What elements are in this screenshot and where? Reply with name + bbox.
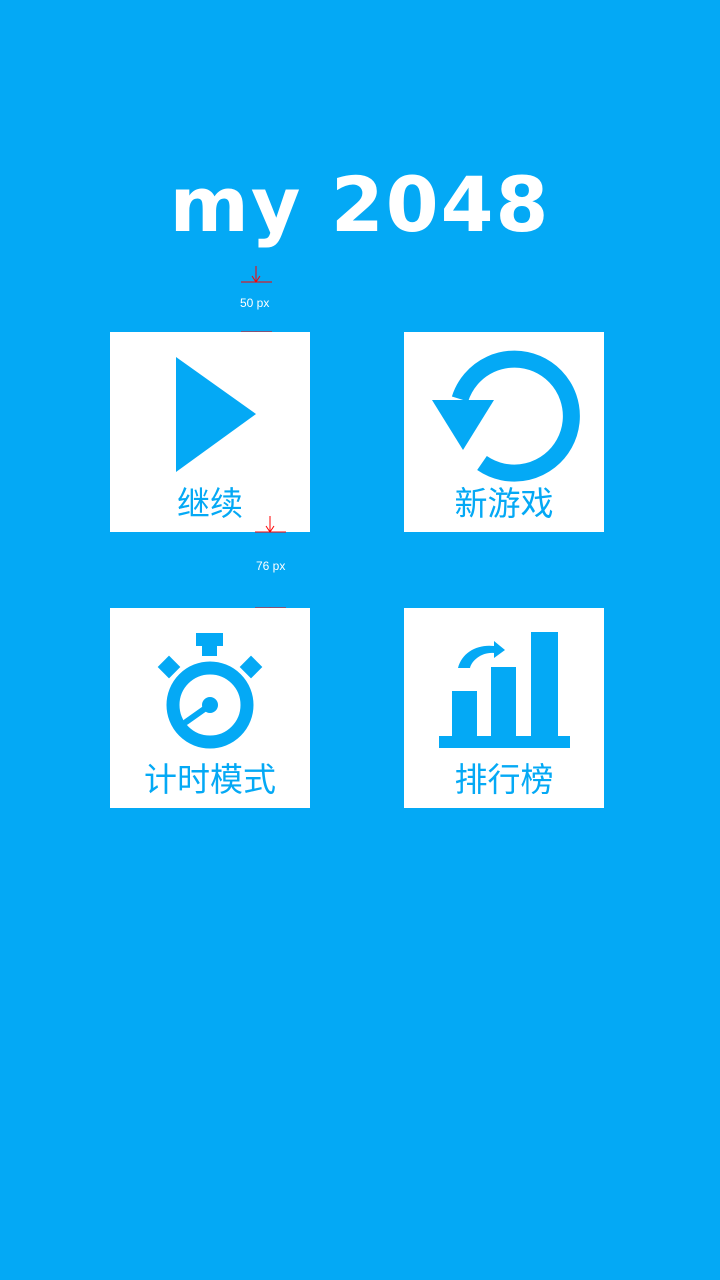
leaderboard-label: 排行榜	[454, 760, 554, 799]
leaderboard-button[interactable]: 排行榜	[404, 608, 604, 808]
new-game-button[interactable]: 新游戏	[404, 332, 604, 532]
new-game-label: 新游戏	[454, 484, 554, 523]
measure-gap-top-label: 50 px	[240, 296, 270, 310]
timed-mode-button[interactable]: 计时模式	[110, 608, 310, 808]
app-title: my 2048	[169, 160, 551, 249]
timed-mode-label: 计时模式	[144, 760, 276, 799]
measure-gap-middle-label: 76 px	[256, 559, 286, 573]
continue-button[interactable]: 继续	[110, 332, 310, 532]
